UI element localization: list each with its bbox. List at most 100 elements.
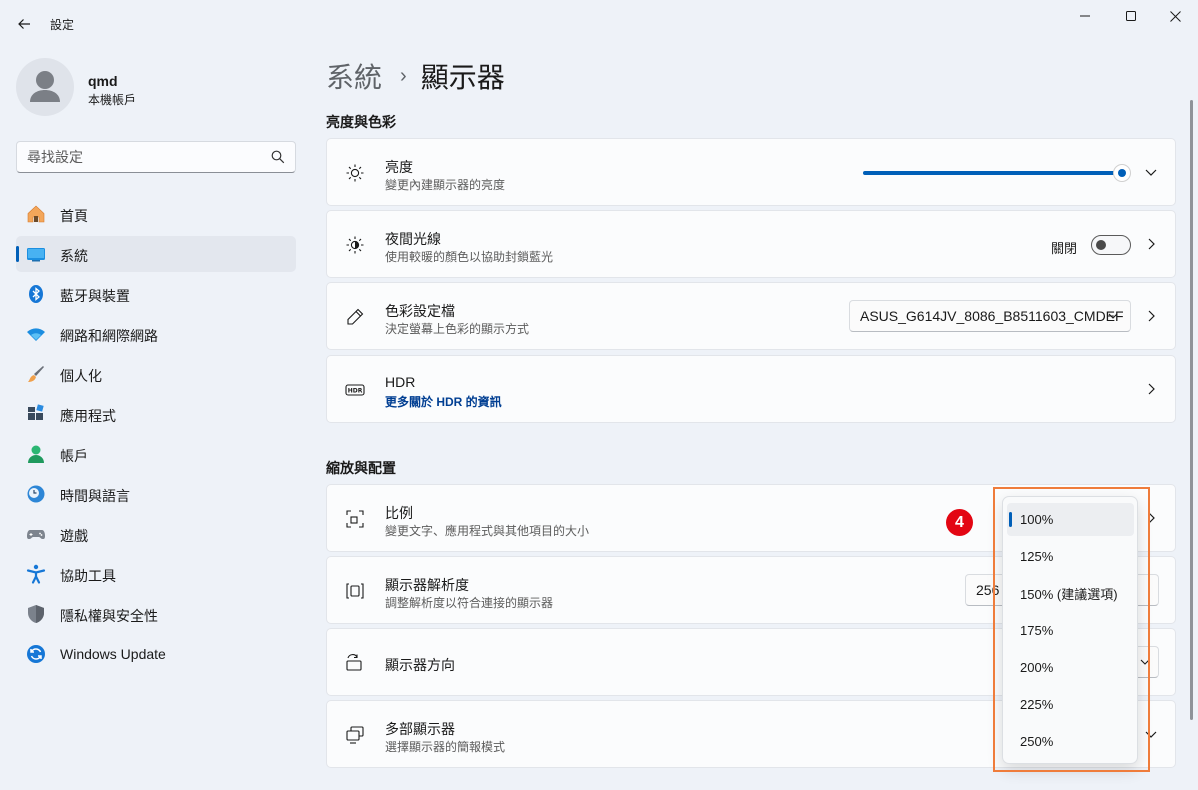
search-input[interactable]	[27, 142, 267, 172]
sidebar-item-bluetooth[interactable]: 藍牙與裝置	[16, 276, 296, 312]
page-title: 顯示器	[420, 62, 505, 93]
chevron-down-icon[interactable]	[1145, 165, 1157, 179]
card-subtitle: 使用較暖的顏色以協助封鎖藍光	[385, 250, 554, 264]
sidebar-item-label: 網路和網際網路	[60, 328, 158, 344]
card-title: 色彩設定檔	[385, 303, 455, 319]
active-indicator	[16, 246, 19, 262]
wifi-icon	[27, 328, 45, 341]
section-title-scale-layout: 縮放與配置	[326, 460, 396, 476]
brightness-slider-track[interactable]	[863, 171, 1123, 175]
hdr-icon: HDR	[345, 384, 365, 396]
bluetooth-icon	[29, 285, 43, 303]
sidebar-item-accessibility[interactable]: 協助工具	[16, 556, 296, 592]
sidebar-item-label: 遊戲	[60, 528, 88, 544]
eyedropper-icon	[347, 308, 364, 325]
color-profile-card[interactable]: 色彩設定檔 決定螢幕上色彩的顯示方式 ASUS_G614JV_8086_B851…	[326, 282, 1176, 350]
search-box[interactable]	[16, 141, 296, 173]
card-subtitle: 選擇顯示器的簡報模式	[385, 740, 506, 754]
card-subtitle: 決定螢幕上色彩的顯示方式	[385, 322, 530, 336]
card-title: 顯示器方向	[385, 657, 455, 673]
home-icon	[27, 205, 45, 223]
app-title: 設定	[50, 18, 75, 32]
maximize-icon	[1126, 11, 1136, 21]
scrollbar[interactable]	[1190, 100, 1193, 720]
hdr-card[interactable]: HDR HDR 更多關於 HDR 的資訊	[326, 355, 1176, 423]
close-button[interactable]	[1152, 0, 1198, 32]
title-bar: 設定	[0, 0, 1198, 48]
orientation-icon	[346, 654, 362, 671]
card-title: 亮度	[385, 159, 413, 175]
sidebar-item-time-language[interactable]: 時間與語言	[16, 476, 296, 512]
section-title-brightness-color: 亮度與色彩	[326, 114, 396, 130]
avatar[interactable]	[16, 58, 74, 116]
account-type: 本機帳戶	[88, 93, 137, 107]
sidebar-item-privacy[interactable]: 隱私權與安全性	[16, 596, 296, 632]
sidebar-item-label: 時間與語言	[60, 488, 130, 504]
account-icon	[28, 445, 44, 463]
hdr-info-link[interactable]: 更多關於 HDR 的資訊	[385, 393, 502, 410]
gamepad-icon	[27, 530, 45, 539]
brush-icon	[28, 366, 44, 382]
sidebar-item-label: 藍牙與裝置	[60, 288, 130, 304]
breadcrumb-parent[interactable]: 系統	[326, 56, 382, 96]
user-avatar-icon	[30, 71, 60, 102]
card-title: HDR	[385, 374, 416, 390]
breadcrumb: 系統 › 顯示器	[326, 56, 505, 96]
card-subtitle: 變更內建顯示器的亮度	[385, 178, 506, 192]
sidebar-item-apps[interactable]: 應用程式	[16, 396, 296, 432]
apps-icon	[28, 404, 44, 420]
sidebar-item-label: 首頁	[60, 208, 88, 224]
sidebar-item-label: 應用程式	[60, 408, 116, 424]
sidebar-item-personalization[interactable]: 個人化	[16, 356, 296, 392]
sidebar-item-gaming[interactable]: 遊戲	[16, 516, 296, 552]
svg-text:HDR: HDR	[348, 388, 363, 395]
sidebar-item-home[interactable]: 首頁	[16, 196, 296, 232]
night-light-icon	[346, 236, 364, 254]
update-icon	[27, 645, 45, 663]
sidebar-item-accounts[interactable]: 帳戶	[16, 436, 296, 472]
clock-globe-icon	[27, 485, 45, 503]
card-title: 多部顯示器	[385, 721, 455, 737]
color-profile-select[interactable]: ASUS_G614JV_8086_B8511603_CMDEF	[849, 300, 1131, 332]
chevron-down-icon	[1108, 313, 1118, 319]
sun-icon	[346, 164, 364, 182]
card-title: 夜間光線	[385, 231, 441, 247]
night-light-toggle[interactable]	[1091, 235, 1131, 255]
sidebar-item-label: 帳戶	[60, 448, 88, 464]
card-title: 顯示器解析度	[385, 577, 469, 593]
brightness-card[interactable]: 亮度 變更內建顯示器的亮度	[326, 138, 1176, 206]
search-icon[interactable]	[271, 150, 285, 164]
accessibility-icon	[26, 564, 46, 584]
sidebar-item-label: 隱私權與安全性	[60, 608, 158, 624]
night-light-card[interactable]: 夜間光線 使用較暖的顏色以協助封鎖藍光 關閉	[326, 210, 1176, 278]
sidebar-item-label: 協助工具	[60, 568, 116, 584]
card-subtitle: 變更文字、應用程式與其他項目的大小	[385, 524, 590, 538]
sidebar-item-system[interactable]: 系統	[16, 236, 296, 272]
minimize-button[interactable]	[1062, 0, 1108, 32]
close-icon	[1169, 10, 1181, 22]
breadcrumb-separator: ›	[400, 64, 407, 87]
highlight-box	[993, 487, 1150, 772]
sidebar-item-label: Windows Update	[60, 646, 166, 662]
chevron-right-icon[interactable]	[1145, 237, 1157, 251]
sidebar-item-label: 系統	[60, 248, 88, 264]
user-name: qmd	[88, 73, 118, 89]
minimize-icon	[1080, 15, 1090, 17]
sidebar-item-windows-update[interactable]: Windows Update	[16, 636, 296, 672]
chevron-right-icon[interactable]	[1145, 309, 1157, 323]
system-icon	[27, 248, 45, 262]
sidebar-item-network[interactable]: 網路和網際網路	[16, 316, 296, 352]
toggle-state-label: 關閉	[1051, 241, 1078, 256]
multiple-displays-icon	[346, 726, 364, 744]
card-title: 比例	[385, 505, 413, 521]
card-subtitle: 調整解析度以符合連接的顯示器	[385, 596, 554, 610]
back-arrow-icon	[18, 19, 30, 29]
back-button[interactable]	[12, 12, 36, 36]
shield-icon	[28, 605, 44, 623]
select-value: ASUS_G614JV_8086_B8511603_CMDEF	[860, 308, 1124, 324]
step-badge: 4	[946, 509, 973, 536]
chevron-right-icon[interactable]	[1145, 382, 1157, 396]
maximize-button[interactable]	[1108, 0, 1154, 32]
brightness-slider-thumb[interactable]	[1113, 164, 1131, 182]
resolution-icon	[346, 583, 364, 599]
